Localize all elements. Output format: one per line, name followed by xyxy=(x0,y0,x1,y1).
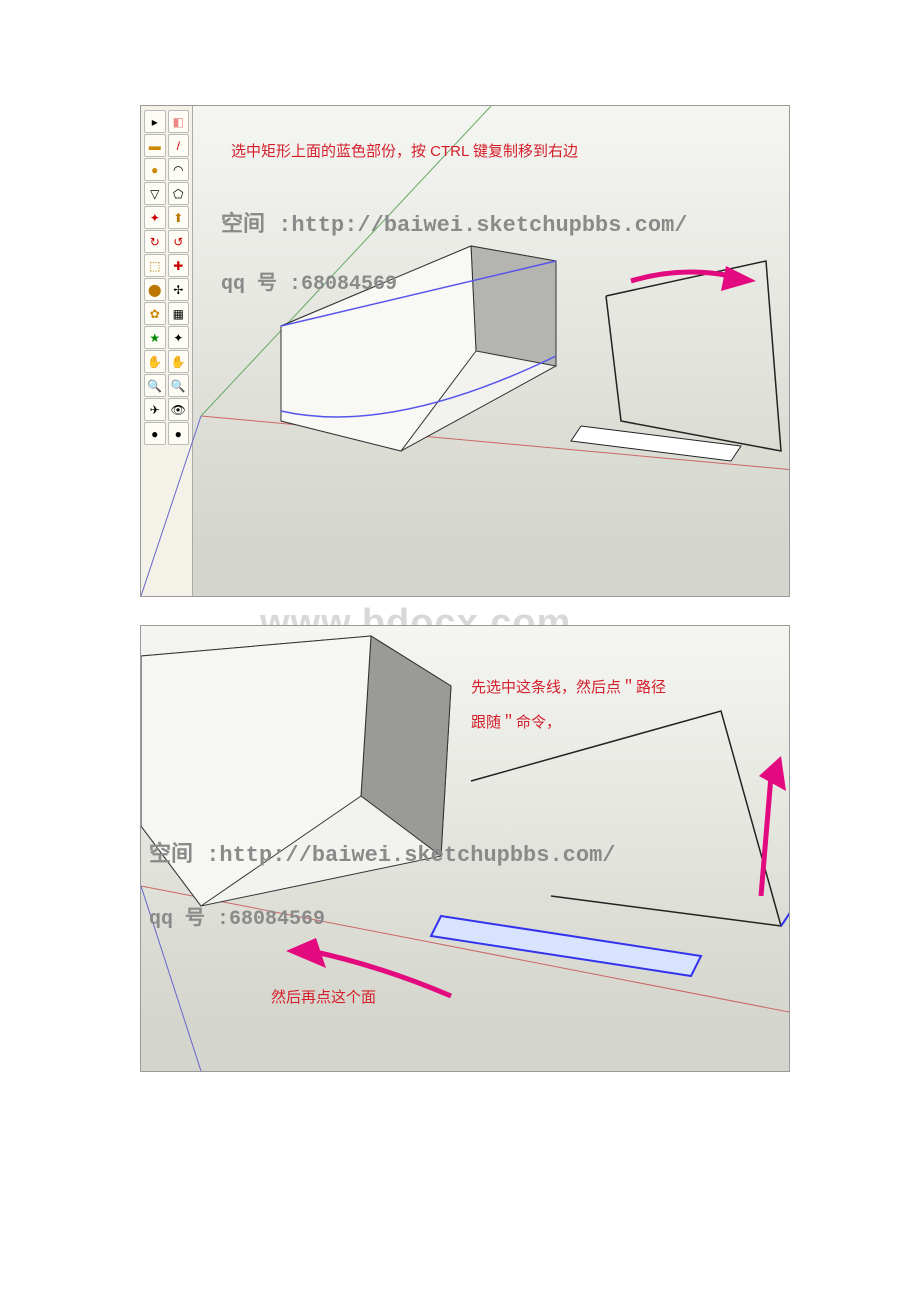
qq-text-2: qq 号 :68084569 xyxy=(149,901,325,931)
url-text-1: 空间 :http://baiwei.sketchupbbs.com/ xyxy=(221,206,687,238)
annotation-text-2a: 先选中这条线，然后点＂路径 xyxy=(471,676,666,697)
screenshot-panel-1: ▸◧ ▬/ ●◠ ▽⬠ ✦⬆ ↻↺ ⬚✚ ⬤✢ ✿▦ ★✦ ✋✋ 🔍🔍 ✈👁 ●… xyxy=(140,105,790,597)
annotation-text-2b: 跟随＂命令， xyxy=(471,711,561,732)
qq-text-1: qq 号 :68084569 xyxy=(221,266,397,296)
screenshot-panel-2: 先选中这条线，然后点＂路径 跟随＂命令， 然后再点这个面 空间 :http://… xyxy=(140,625,790,1072)
annotation-text-2c: 然后再点这个面 xyxy=(271,986,376,1007)
document-page: ▸◧ ▬/ ●◠ ▽⬠ ✦⬆ ↻↺ ⬚✚ ⬤✢ ✿▦ ★✦ ✋✋ 🔍🔍 ✈👁 ●… xyxy=(0,0,920,1150)
sketch-svg-1 xyxy=(141,106,790,596)
url-text-2: 空间 :http://baiwei.sketchupbbs.com/ xyxy=(149,836,615,868)
annotation-text-1: 选中矩形上面的蓝色部份，按 CTRL 键复制移到右边 xyxy=(231,140,578,161)
